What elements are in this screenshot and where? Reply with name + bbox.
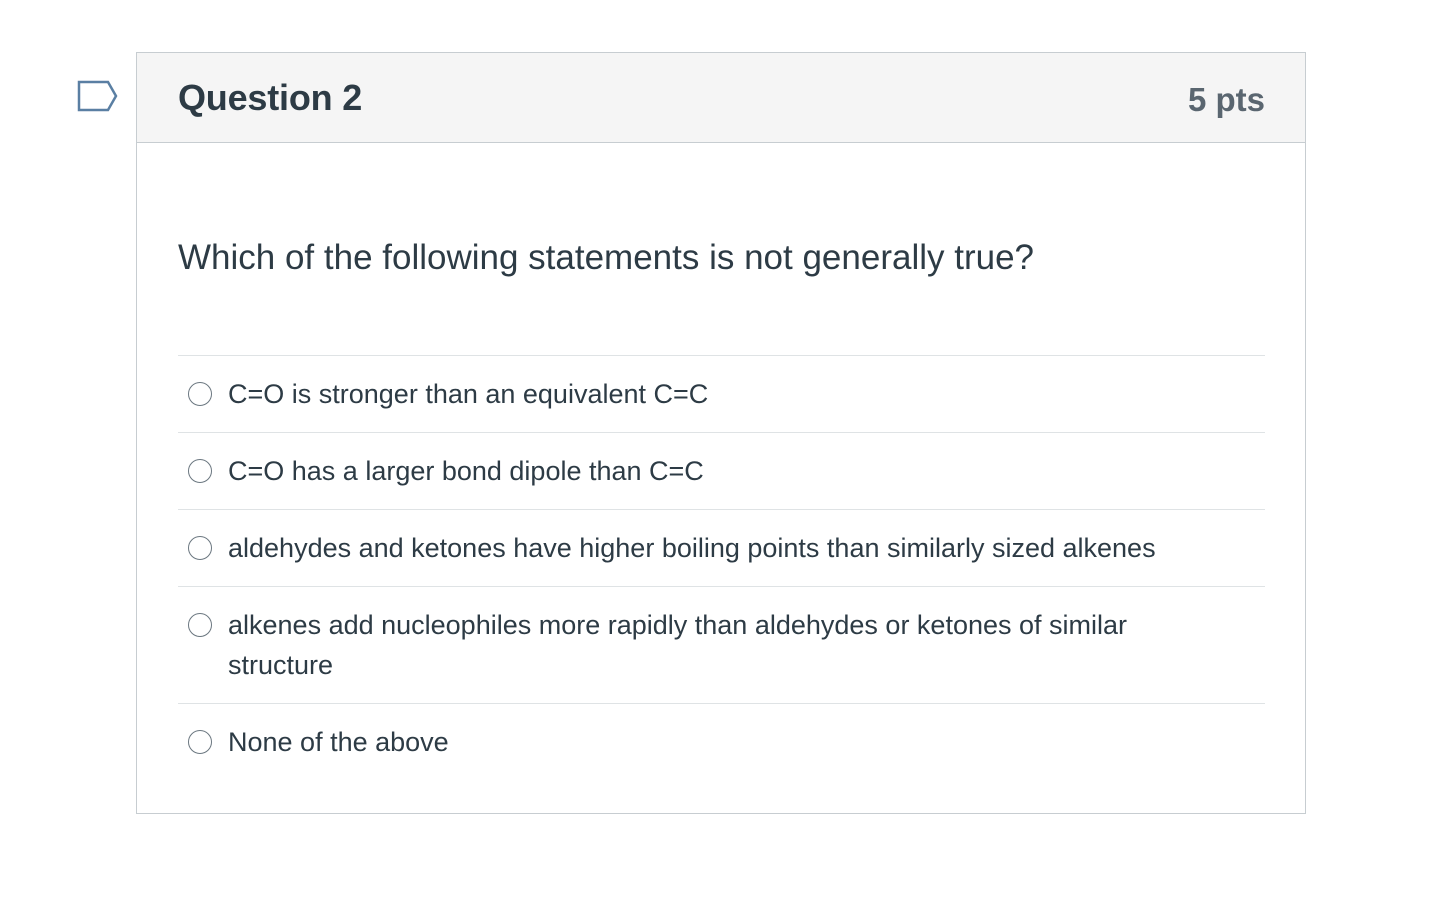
answer-option[interactable]: alkenes add nucleophiles more rapidly th… bbox=[178, 587, 1265, 704]
answer-option[interactable]: None of the above bbox=[178, 704, 1265, 780]
answer-label[interactable]: alkenes add nucleophiles more rapidly th… bbox=[228, 605, 1168, 685]
question-text: Which of the following statements is not… bbox=[178, 238, 1034, 277]
answer-option[interactable]: C=O is stronger than an equivalent C=C bbox=[178, 356, 1265, 433]
answer-option[interactable]: aldehydes and ketones have higher boilin… bbox=[178, 510, 1265, 587]
answer-option[interactable]: C=O has a larger bond dipole than C=C bbox=[178, 433, 1265, 510]
answer-list: C=O is stronger than an equivalent C=C C… bbox=[178, 355, 1265, 780]
answer-label[interactable]: aldehydes and ketones have higher boilin… bbox=[228, 528, 1156, 568]
flag-question-icon[interactable] bbox=[77, 80, 119, 114]
radio-button[interactable] bbox=[188, 613, 212, 637]
answer-label[interactable]: C=O has a larger bond dipole than C=C bbox=[228, 451, 704, 491]
radio-button[interactable] bbox=[188, 536, 212, 560]
radio-button[interactable] bbox=[188, 459, 212, 483]
answer-label[interactable]: C=O is stronger than an equivalent C=C bbox=[228, 374, 708, 414]
question-body: Which of the following statements is not… bbox=[137, 237, 1305, 780]
question-card: Question 2 5 pts Which of the following … bbox=[136, 52, 1306, 814]
question-points: 5 pts bbox=[1187, 80, 1265, 118]
answer-label[interactable]: None of the above bbox=[228, 722, 449, 762]
question-title: Question 2 bbox=[178, 76, 363, 118]
radio-button[interactable] bbox=[188, 730, 212, 754]
question-header: Question 2 5 pts bbox=[137, 53, 1305, 143]
radio-button[interactable] bbox=[188, 382, 212, 406]
